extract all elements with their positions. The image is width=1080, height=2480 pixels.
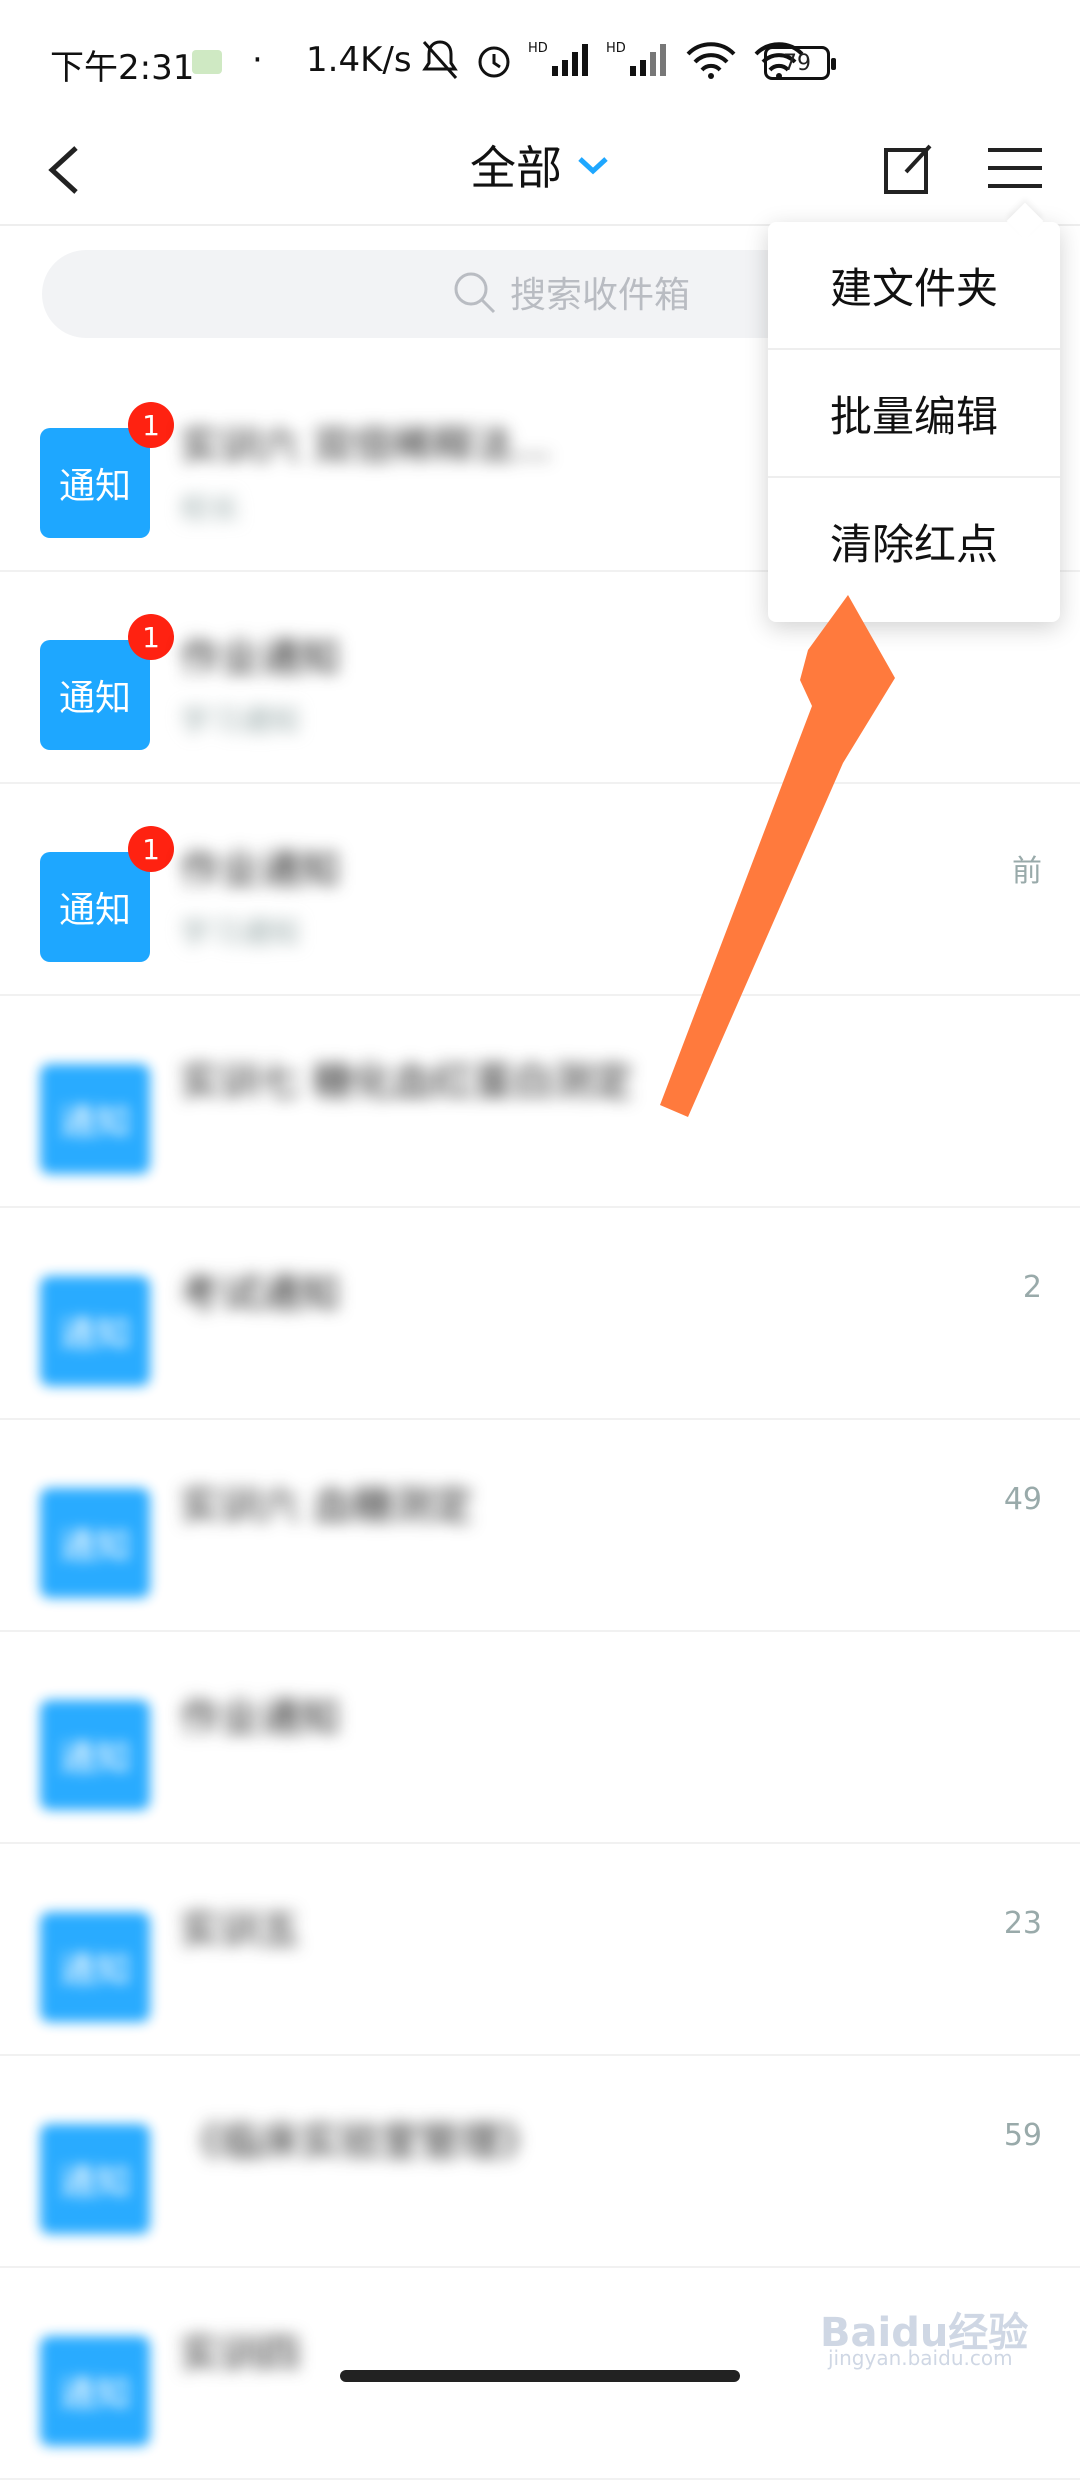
home-indicator[interactable] [340,2370,740,2382]
wifi-icon [686,42,736,79]
notice-avatar: 通知 [40,1276,150,1386]
unread-badge: 1 [128,614,174,660]
item-title: 作业通知 [180,847,340,893]
item-title: 《临床实验室管理》 [180,2119,540,2165]
notice-avatar: 通知 [40,852,150,962]
notification-icon [192,50,222,74]
item-title: 考试通知 [180,1271,340,1317]
status-bar: 下午2:31 · 1.4K/s HD HD 79 [0,0,1080,120]
unread-badge: 1 [128,402,174,448]
watermark-url: jingyan.baidu.com [828,2346,1013,2370]
item-time: 2 [1022,1270,1042,1305]
network-speed: 1.4K/s [306,40,412,80]
item-title: 实训五 [180,1907,300,1953]
notice-avatar: 通知 [40,640,150,750]
item-time: 前 [1012,854,1042,889]
status-icons: HD HD [420,36,806,84]
menu-icon[interactable] [980,134,1050,204]
notice-avatar: 通知 [40,2336,150,2446]
list-item[interactable]: 通知 《临床实验室管理》 59 [0,2056,1080,2268]
list-item[interactable]: 通知 实训五 23 [0,1844,1080,2056]
status-time: 下午2:31 [50,48,195,88]
title-bar: 全部 [0,120,1080,226]
signal-icon: HD [528,41,588,76]
item-title: 实训六 血糖测定 [180,1483,473,1529]
status-dot: · [252,40,263,80]
list-item[interactable]: 通知 实训六 血糖测定 49 [0,1420,1080,1632]
notice-avatar: 通知 [40,1488,150,1598]
notice-avatar: 通知 [40,2124,150,2234]
search-placeholder: 搜索收件箱 [510,275,691,316]
menu-item-batch-edit[interactable]: 批量编辑 [768,350,1060,478]
menu-item-clear-badges[interactable]: 清除红点 [768,478,1060,604]
alarm-icon [478,46,510,78]
item-title: 作业通知 [180,635,340,681]
item-title: 实训七 糖化血红蛋白测定 [180,1059,633,1105]
menu-item-new-folder[interactable]: 建文件夹 [768,222,1060,350]
item-sender: 学习通知 [180,704,300,739]
notice-avatar: 通知 [40,1700,150,1810]
chevron-down-icon [578,157,608,175]
list-item[interactable]: 通知 考试通知 2 [0,1208,1080,1420]
item-sender: 学习通知 [180,916,300,951]
list-item[interactable]: 通知 作业通知 [0,1632,1080,1844]
svg-text:HD: HD [528,41,548,56]
item-sender: 校长 [180,492,240,527]
search-icon [454,272,496,314]
overflow-menu: 建文件夹 批量编辑 清除红点 [768,222,1060,622]
unread-badge: 1 [128,826,174,872]
page-title: 全部 [470,141,562,195]
item-time: 49 [1003,1482,1042,1517]
message-list: 通知 1 实训六 双倍稀释法... 校长 通知 1 作业通知 学习通知 通知 1… [0,360,1080,2480]
item-title: 作业通知 [180,1695,340,1741]
battery-indicator: 79 [764,46,836,80]
item-title: 实训六 双倍稀释法... [180,423,551,469]
item-time: 23 [1003,1906,1042,1941]
edit-icon[interactable] [874,134,944,204]
notice-avatar: 通知 [40,1912,150,2022]
list-item[interactable]: 通知 1 作业通知 学习通知 前 [0,784,1080,996]
list-item[interactable]: 通知 实训七 糖化血红蛋白测定 [0,996,1080,1208]
signal-icon-2: HD [606,41,666,76]
notice-avatar: 通知 [40,428,150,538]
notice-avatar: 通知 [40,1064,150,1174]
mute-bell-icon [422,40,458,79]
svg-text:HD: HD [606,41,626,56]
item-time: 59 [1003,2118,1042,2153]
